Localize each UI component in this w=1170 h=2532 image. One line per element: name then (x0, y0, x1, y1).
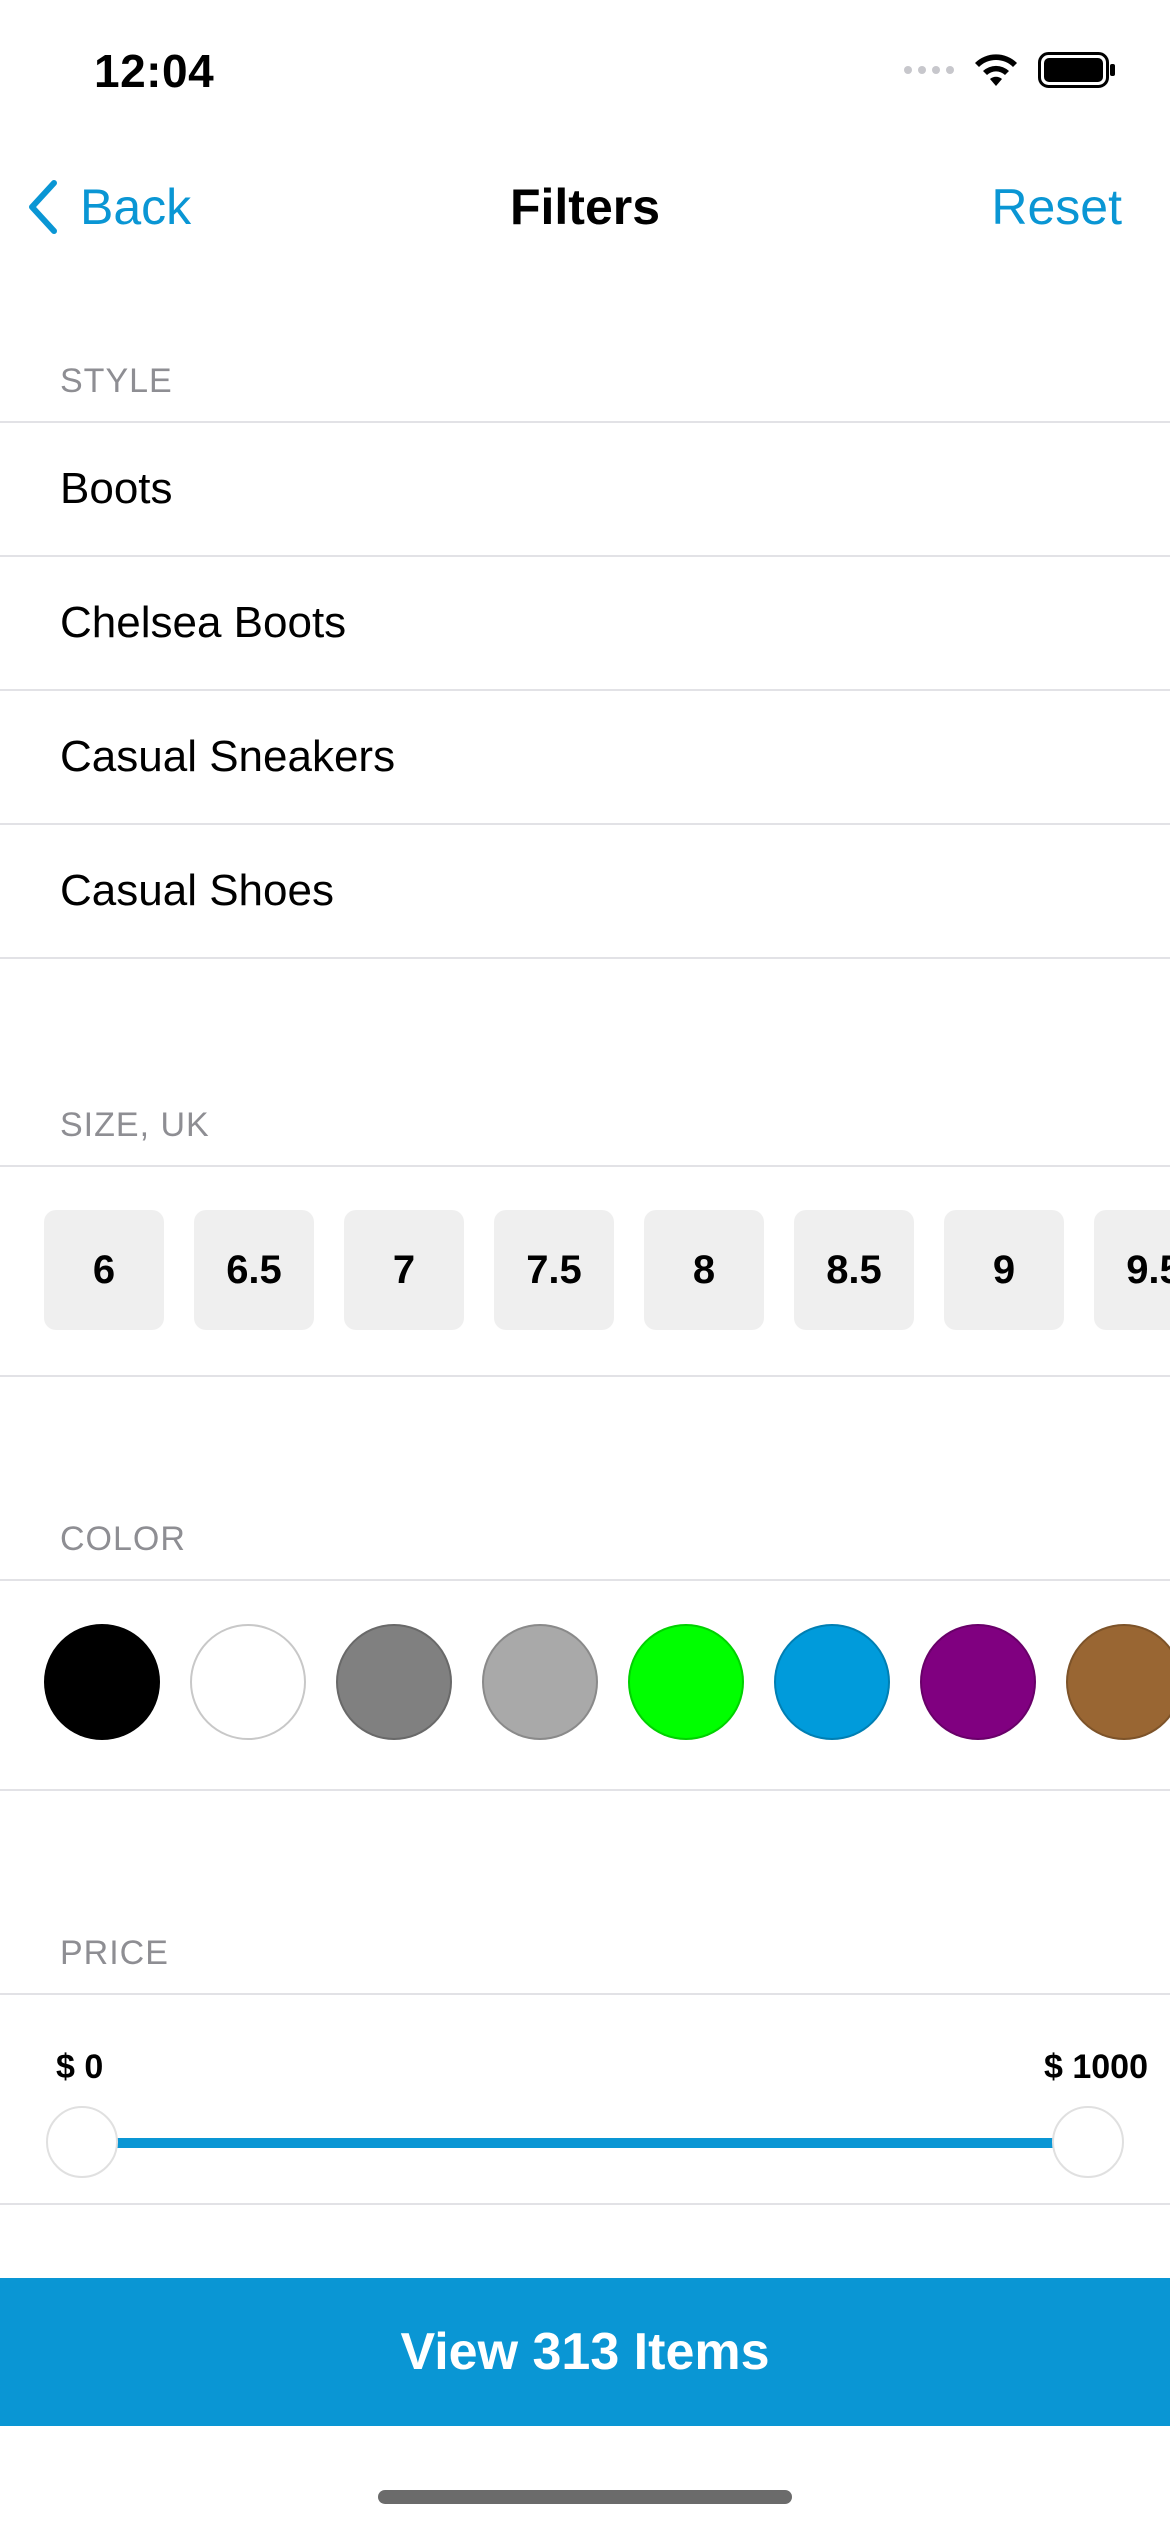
home-indicator (378, 2490, 792, 2504)
style-section-header: STYLE (60, 362, 173, 400)
size-chip[interactable]: 9 (944, 1210, 1064, 1330)
style-item-casual-shoes[interactable]: Casual Shoes (0, 825, 1170, 959)
nav-bar: Back Filters Reset (0, 160, 1170, 256)
size-chip[interactable]: 6.5 (194, 1210, 314, 1330)
color-swatch-purple[interactable] (920, 1624, 1036, 1740)
style-item-chelsea-boots[interactable]: Chelsea Boots (0, 557, 1170, 691)
style-item-boots[interactable]: Boots (0, 423, 1170, 557)
color-swatch-light-gray[interactable] (482, 1624, 598, 1740)
color-swatch-blue[interactable] (774, 1624, 890, 1740)
price-slider-min-thumb[interactable] (46, 2106, 118, 2178)
price-max-label: $ 1000 (1044, 2048, 1148, 2086)
color-swatch-gray[interactable] (336, 1624, 452, 1740)
view-items-button[interactable]: View 313 Items (0, 2278, 1170, 2426)
divider (0, 1993, 1170, 1995)
color-swatch-white[interactable] (190, 1624, 306, 1740)
status-time: 12:04 (94, 45, 215, 97)
divider (0, 1165, 1170, 1167)
divider (0, 1375, 1170, 1377)
price-section-header: PRICE (60, 1934, 169, 1972)
cellular-signal-icon (904, 66, 954, 74)
battery-icon (1038, 52, 1115, 88)
size-chip[interactable]: 7.5 (494, 1210, 614, 1330)
size-chip[interactable]: 8 (644, 1210, 764, 1330)
color-swatch-green[interactable] (628, 1624, 744, 1740)
color-section-header: COLOR (60, 1520, 186, 1558)
divider (0, 1579, 1170, 1581)
color-selector (44, 1624, 1170, 1740)
size-chip[interactable]: 8.5 (794, 1210, 914, 1330)
status-icons (904, 52, 1116, 88)
price-slider-track[interactable] (82, 2138, 1088, 2148)
price-min-label: $ 0 (56, 2048, 104, 2086)
size-chip[interactable]: 9.5 (1094, 1210, 1170, 1330)
reset-button[interactable]: Reset (991, 178, 1122, 236)
price-slider-max-thumb[interactable] (1052, 2106, 1124, 2178)
style-item-casual-sneakers[interactable]: Casual Sneakers (0, 691, 1170, 825)
divider (0, 1789, 1170, 1791)
size-chip[interactable]: 7 (344, 1210, 464, 1330)
wifi-icon (975, 54, 1017, 86)
color-swatch-black[interactable] (44, 1624, 160, 1740)
size-section-header: SIZE, UK (60, 1106, 210, 1144)
color-swatch-brown[interactable] (1066, 1624, 1170, 1740)
size-chip[interactable]: 6 (44, 1210, 164, 1330)
divider (0, 2203, 1170, 2205)
size-selector: 6 6.5 7 7.5 8 8.5 9 9.5 (44, 1210, 1170, 1330)
